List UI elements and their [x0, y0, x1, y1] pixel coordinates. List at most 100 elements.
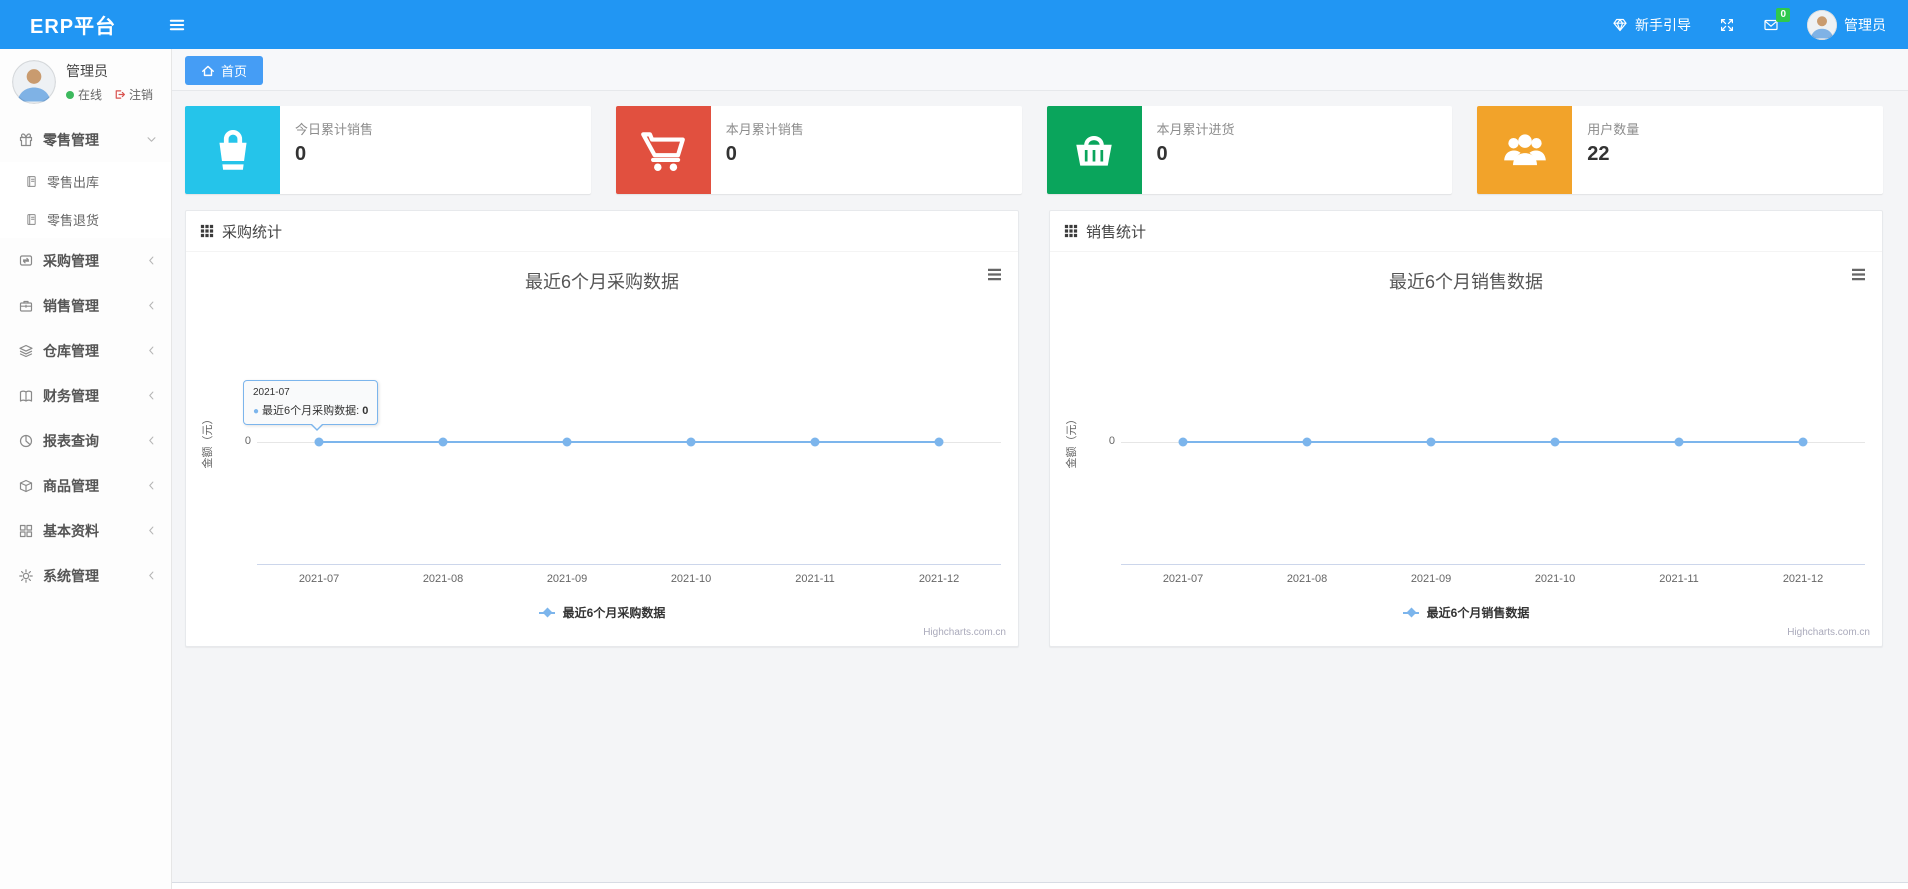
tab-home-label: 首页: [221, 64, 248, 79]
gear-icon: [18, 568, 34, 584]
sidebar-item-8[interactable]: 商品管理: [0, 463, 171, 508]
plot-area: 0: [1109, 292, 1865, 565]
data-point-marker[interactable]: [686, 437, 696, 447]
chevron-left-icon: [146, 255, 157, 266]
chevron-left-icon: [146, 525, 157, 536]
fullscreen-icon: [1719, 17, 1735, 33]
shopping-bag-icon: [185, 106, 280, 194]
data-point-marker[interactable]: [1550, 437, 1560, 447]
purchase-chart: 最近6个月采购数据 金额（元） 0 2021-07 ● 最近6个月采购数据: 0 2…: [186, 252, 1018, 646]
x-axis-tick-label: 2021-07: [298, 573, 340, 585]
x-axis-tick-label: 2021-10: [670, 573, 712, 585]
x-axis-tick-label: 2021-08: [422, 573, 464, 585]
chart-title: 最近6个月采购数据: [524, 272, 679, 292]
chevron-left-icon: [146, 570, 157, 581]
data-point-marker[interactable]: [1426, 437, 1436, 447]
sidebar-user-name: 管理员: [66, 63, 108, 79]
data-point-marker[interactable]: [438, 437, 448, 447]
data-point-marker[interactable]: [1302, 437, 1312, 447]
sidebar-toggle-button[interactable]: [168, 16, 186, 34]
data-point-marker[interactable]: [1178, 437, 1188, 447]
sidebar-item-7[interactable]: 报表查询: [0, 418, 171, 463]
data-point-marker[interactable]: [314, 437, 324, 447]
series-line: [318, 441, 940, 443]
tab-home[interactable]: 首页: [185, 56, 264, 85]
user-menu[interactable]: 管理员: [1807, 9, 1886, 40]
panel-header: 销售统计: [1050, 211, 1882, 252]
messages-button[interactable]: 0: [1763, 7, 1790, 33]
pie-chart-icon: [18, 433, 34, 449]
sidebar-subitem-1[interactable]: 零售出库: [0, 162, 171, 200]
data-point-marker[interactable]: [1674, 437, 1684, 447]
highcharts-credits-link[interactable]: Highcharts.com.cn: [1787, 627, 1870, 638]
user-avatar: [1807, 9, 1837, 40]
footer: [172, 882, 1908, 889]
tooltip-header: 2021-07: [253, 387, 290, 398]
chevron-down-icon: [146, 134, 157, 145]
chat-icon: [18, 253, 34, 269]
legend-item[interactable]: 最近6个月采购数据: [186, 604, 1018, 621]
charts-row: 采购统计 最近6个月采购数据 金额（元） 0 2021-07 ● 最近6个月采购数据…: [185, 210, 1883, 647]
stat-card: 今日累计销售 0: [185, 106, 591, 194]
journal-icon: [25, 213, 38, 226]
x-axis-tick-label: 2021-11: [1659, 573, 1699, 585]
fullscreen-button[interactable]: [1719, 17, 1735, 33]
journal-icon: [25, 175, 38, 188]
x-axis-tick-label: 2021-10: [1534, 573, 1576, 585]
data-point-marker[interactable]: [934, 437, 944, 447]
sidebar-item-label: 零售出库: [47, 174, 100, 190]
sidebar-subitem-2[interactable]: 零售退货: [0, 200, 171, 238]
panel-header: 采购统计: [186, 211, 1018, 252]
sidebar-item-0[interactable]: 零售管理: [0, 117, 171, 162]
stat-cards-row: 今日累计销售 0 本月累计销售 0 本月累计进货 0 用户数量 22: [185, 106, 1883, 194]
data-point-marker[interactable]: [1798, 437, 1808, 447]
th-grid-icon: [200, 224, 214, 238]
chart-context-menu-button[interactable]: [1851, 268, 1866, 281]
sidebar-item-10[interactable]: 系统管理: [0, 553, 171, 598]
tab-bar: 首页: [172, 49, 1908, 91]
chart-context-menu-button[interactable]: [987, 268, 1002, 281]
sidebar-user-panel: 管理员 在线 注销: [0, 49, 171, 117]
y-axis-label: 金额（元）: [1066, 413, 1078, 469]
y-axis-tick: 0: [244, 435, 251, 447]
sidebar: 管理员 在线 注销 零售管理零售出库零售退货采购管理销售管理仓库管理财务管理报表…: [0, 49, 172, 889]
navbar-user-name: 管理员: [1844, 16, 1886, 33]
sidebar-item-label: 商品管理: [43, 477, 99, 494]
sidebar-item-5[interactable]: 仓库管理: [0, 328, 171, 373]
y-axis-tick: 0: [1108, 435, 1115, 447]
x-axis-tick-label: 2021-09: [546, 573, 588, 585]
users-icon: [1477, 106, 1573, 194]
data-point-marker[interactable]: [562, 437, 572, 447]
layers-icon: [18, 343, 34, 359]
logout-label: 注销: [129, 88, 154, 102]
sidebar-item-label: 报表查询: [43, 432, 99, 449]
stat-card-label: 本月累计销售: [725, 122, 804, 137]
chart-tooltip: 2021-07 ● 最近6个月采购数据: 0: [243, 380, 379, 431]
sidebar-item-6[interactable]: 财务管理: [0, 373, 171, 418]
legend-item[interactable]: 最近6个月销售数据: [1050, 604, 1882, 621]
sidebar-item-label: 仓库管理: [43, 342, 99, 359]
data-point-marker[interactable]: [810, 437, 820, 447]
online-status-dot: [66, 90, 74, 99]
panel-title: 采购统计: [222, 223, 283, 241]
stat-card-label: 用户数量: [1587, 122, 1640, 137]
sidebar-item-label: 基本资料: [43, 522, 99, 539]
stat-card-label: 今日累计销售: [295, 122, 374, 137]
sidebar-item-label: 零售管理: [43, 131, 99, 148]
grid-icon: [18, 523, 34, 539]
guide-button[interactable]: 新手引导: [1612, 15, 1691, 35]
basket-icon: [1046, 106, 1142, 194]
sidebar-avatar: [12, 60, 56, 104]
sidebar-item-label: 零售退货: [47, 212, 100, 228]
sidebar-item-label: 采购管理: [43, 252, 99, 269]
top-navbar: ERP平台 新手引导 0 管理员: [0, 0, 1908, 49]
x-axis-tick-label: 2021-09: [1410, 573, 1452, 585]
highcharts-credits-link[interactable]: Highcharts.com.cn: [923, 627, 1006, 638]
sidebar-item-9[interactable]: 基本资料: [0, 508, 171, 553]
logout-link[interactable]: 注销: [113, 86, 153, 103]
sidebar-item-3[interactable]: 采购管理: [0, 238, 171, 283]
logout-icon: [113, 88, 126, 101]
x-axis-tick-label: 2021-07: [1162, 573, 1204, 585]
sidebar-item-4[interactable]: 销售管理: [0, 283, 171, 328]
y-axis-label: 金额（元）: [202, 413, 214, 469]
